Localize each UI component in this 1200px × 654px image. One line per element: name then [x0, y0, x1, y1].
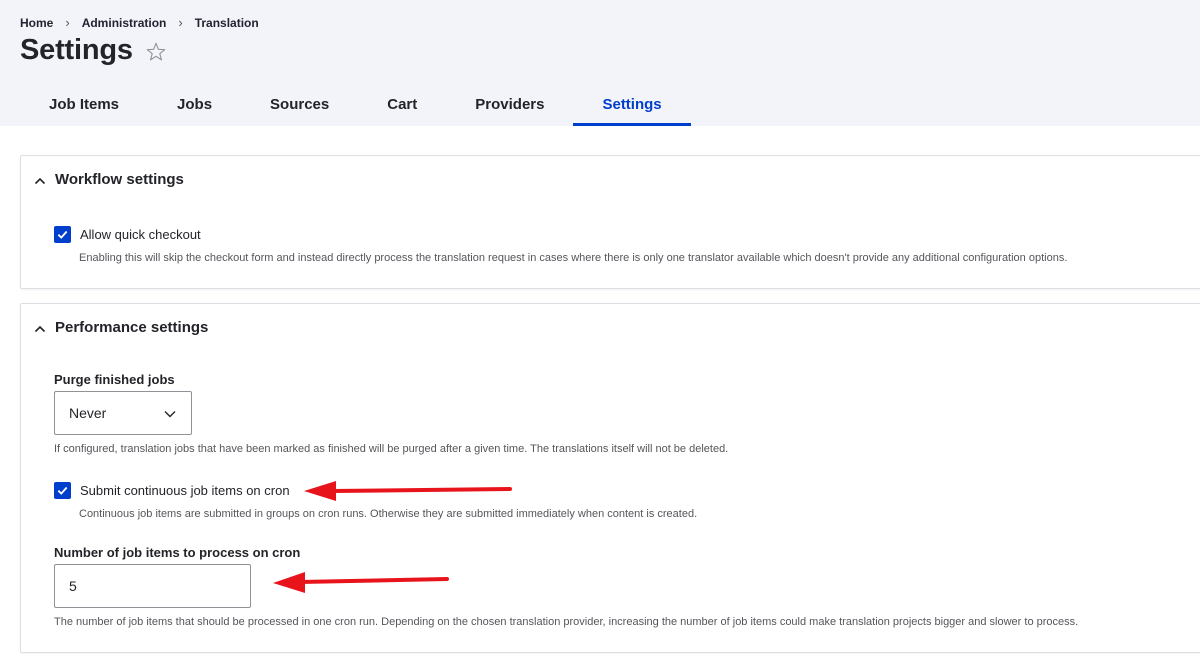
breadcrumb-administration[interactable]: Administration — [82, 16, 167, 30]
continuous-label[interactable]: Submit continuous job items on cron — [80, 483, 290, 498]
workflow-settings-panel: Workflow settings Allow quick checkout E… — [20, 155, 1200, 289]
breadcrumb-translation[interactable]: Translation — [195, 16, 259, 30]
tab-providers[interactable]: Providers — [446, 84, 573, 126]
breadcrumb-home[interactable]: Home — [20, 16, 53, 30]
breadcrumb-separator: › — [178, 15, 183, 30]
performance-settings-title: Performance settings — [55, 319, 209, 336]
chevron-up-icon — [34, 174, 46, 186]
performance-settings-summary[interactable]: Performance settings — [34, 319, 208, 336]
cron-items-input[interactable] — [54, 564, 251, 608]
quick-checkout-description: Enabling this will skip the checkout for… — [79, 252, 1068, 264]
cron-items-description: The number of job items that should be p… — [54, 616, 1079, 628]
quick-checkout-row: Allow quick checkout — [54, 226, 201, 243]
title-row: Settings — [20, 34, 167, 67]
tab-job-items[interactable]: Job Items — [20, 84, 148, 126]
continuous-row: Submit continuous job items on cron — [54, 482, 290, 499]
breadcrumb-separator: › — [65, 15, 70, 30]
workflow-settings-summary[interactable]: Workflow settings — [34, 171, 184, 188]
continuous-checkbox[interactable] — [54, 482, 71, 499]
cron-items-label: Number of job items to process on cron — [54, 545, 301, 560]
checkmark-icon — [57, 486, 68, 495]
quick-checkout-label[interactable]: Allow quick checkout — [80, 227, 201, 242]
breadcrumb: Home › Administration › Translation — [20, 15, 259, 30]
tab-cart[interactable]: Cart — [358, 84, 446, 126]
page-title: Settings — [20, 34, 133, 66]
purge-label: Purge finished jobs — [54, 372, 175, 387]
purge-select[interactable]: Never — [54, 391, 192, 435]
star-outline-icon[interactable] — [145, 41, 167, 63]
continuous-description: Continuous job items are submitted in gr… — [79, 508, 698, 520]
tab-jobs[interactable]: Jobs — [148, 84, 241, 126]
workflow-settings-title: Workflow settings — [55, 171, 184, 188]
tab-sources[interactable]: Sources — [241, 84, 358, 126]
tab-settings[interactable]: Settings — [573, 84, 691, 126]
chevron-down-icon — [164, 411, 176, 418]
performance-settings-panel: Performance settings Purge finished jobs… — [20, 303, 1200, 653]
annotation-arrow-icon — [304, 481, 512, 501]
purge-description: If configured, translation jobs that hav… — [54, 443, 729, 455]
checkmark-icon — [57, 230, 68, 239]
quick-checkout-checkbox[interactable] — [54, 226, 71, 243]
purge-selected-value: Never — [69, 405, 107, 421]
chevron-up-icon — [34, 322, 46, 334]
annotation-arrow-icon — [273, 572, 449, 593]
tabs: Job Items Jobs Sources Cart Providers Se… — [20, 84, 691, 126]
page-header: Home › Administration › Translation Sett… — [0, 0, 1200, 126]
